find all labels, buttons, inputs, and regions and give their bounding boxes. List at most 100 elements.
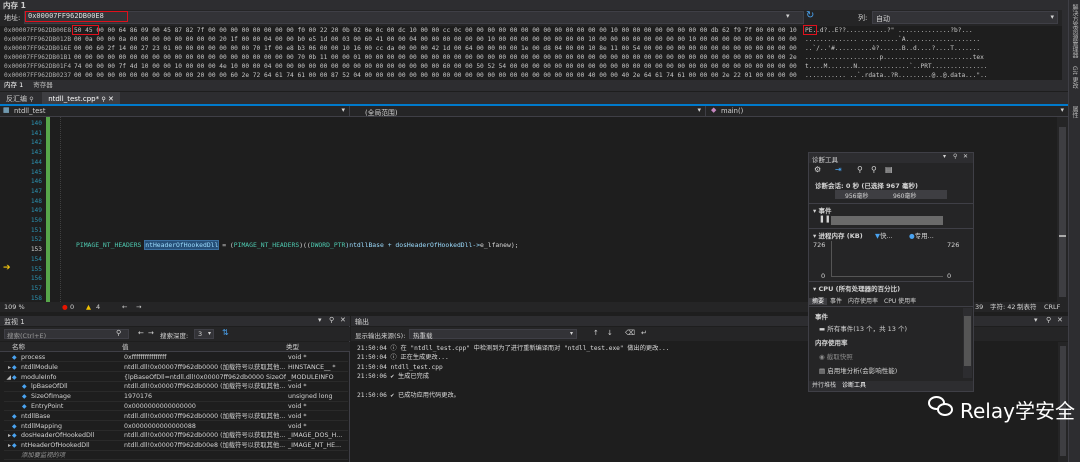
- watch-row[interactable]: ◆ SizeOfImage 1970176 unsigned long: [4, 392, 348, 402]
- pin-icon[interactable]: ⚲: [953, 153, 957, 160]
- window-menu-icon[interactable]: ▾: [1034, 316, 1038, 324]
- diag-timeline[interactable]: 956毫秒 960毫秒: [835, 190, 947, 200]
- source-select[interactable]: 热重载 ▾: [409, 329, 577, 340]
- watch-row[interactable]: ◆ EntryPoint 0x0000000000000000 void *: [4, 402, 348, 412]
- memory-row-ascii[interactable]: ........... ..`.rdata..?R.........@..@.d…: [805, 71, 1060, 80]
- heap-profiling-button[interactable]: ▤ 启用堆分析(会影响性能): [819, 365, 897, 375]
- close-icon[interactable]: ✕: [340, 316, 346, 324]
- all-events-link[interactable]: ▬ 所有事件(13 个，共 13 个): [819, 323, 907, 333]
- side-tab-properties[interactable]: 属性: [1070, 106, 1079, 118]
- memory-row-ascii[interactable]: .............. ..........`A.............…: [805, 35, 1060, 44]
- diag-vscrollbar[interactable]: [963, 308, 972, 378]
- tab-summary[interactable]: 摘要: [809, 298, 828, 305]
- col-value[interactable]: 值: [122, 342, 129, 352]
- close-icon[interactable]: ✕: [963, 153, 968, 160]
- pin-icon[interactable]: ⚲: [329, 316, 334, 324]
- pin-icon[interactable]: ⚲: [101, 96, 105, 103]
- zoom-in-icon[interactable]: ⚲: [857, 165, 863, 174]
- watch-row[interactable]: ▸ ◆ ntdllModule ntdll.dll!0x00007ff962db000…: [4, 363, 348, 373]
- watch-row[interactable]: ◢ ◆ moduleInfo {lpBaseOfDll=ntdll.dll!0x000…: [4, 373, 348, 382]
- watch-row[interactable]: 添加要监视的项: [4, 451, 348, 461]
- watch-row[interactable]: ◆ ntdllMapping 0x0000000000000088 void *: [4, 422, 348, 431]
- tab-disassembly[interactable]: 反汇编 ⚲: [0, 92, 40, 104]
- pause-icon[interactable]: ❚❚: [819, 215, 831, 223]
- memory-row-ascii[interactable]: ..`/..'#..........è?......B..d....?....T…: [805, 44, 1060, 53]
- goto-prev-icon[interactable]: ↑: [593, 329, 599, 337]
- columns-select[interactable]: 自动 ▾: [872, 11, 1058, 24]
- window-menu-icon[interactable]: ▾: [318, 316, 322, 324]
- watch-row[interactable]: ▸ ◆ ntHeaderOfHookedDll ntdll.dll!0x00007ff…: [4, 441, 348, 451]
- tab-registers[interactable]: 寄存器: [29, 81, 57, 89]
- eol-status[interactable]: CRLF: [1044, 302, 1060, 312]
- nav-forward-icon[interactable]: →: [136, 302, 141, 312]
- scroll-thumb[interactable]: [1059, 127, 1066, 297]
- char-status[interactable]: 字符: 42: [990, 302, 1016, 312]
- memory-grid[interactable]: 0x00007FF962DB00E8 50 45 00 00 64 86 09 0…: [0, 25, 1062, 80]
- clear-all-icon[interactable]: ⌫: [625, 329, 635, 337]
- col-type[interactable]: 类型: [286, 342, 299, 352]
- zoom-out-icon[interactable]: ⚲: [871, 165, 877, 174]
- memory-row-ascii[interactable]: t....M.......N..............`..PRT......…: [805, 62, 1060, 71]
- memory-graph[interactable]: [831, 241, 943, 277]
- scroll-thumb[interactable]: [964, 316, 971, 366]
- code-selected-var[interactable]: ntHeaderOfHookedDll: [144, 240, 220, 250]
- tab-cpu-usage[interactable]: CPU 使用率: [881, 298, 919, 305]
- memory-row-hex[interactable]: 00 00 60 2f 14 00 27 23 01 00 00 00 00 0…: [74, 44, 800, 53]
- nav-up-icon[interactable]: ←: [138, 329, 144, 337]
- tab-memory-usage[interactable]: 内存使用率: [845, 298, 881, 305]
- cpu-section-label[interactable]: ▾ CPU (所有处理器的百分比): [813, 283, 900, 293]
- dropdown-chevron-icon[interactable]: ▾: [786, 12, 790, 20]
- line-number-status[interactable]: 39: [975, 302, 983, 312]
- chart-icon[interactable]: ▤: [885, 165, 893, 174]
- watch-search-input[interactable]: 搜索(Ctrl+E): [4, 329, 129, 340]
- col-name[interactable]: 名称: [12, 342, 25, 352]
- error-count[interactable]: 0: [70, 302, 74, 312]
- watch-row[interactable]: ▸ ◆ dosHeaderOfHookedDll ntdll.dll!0x00007f…: [4, 431, 348, 441]
- memory-row-ascii[interactable]: PE..d?..E??...........?" ..............?…: [805, 26, 1060, 35]
- memory-row-hex[interactable]: 00 00 00 00 00 00 00 00 00 00 00 00 00 0…: [74, 53, 800, 62]
- tab-ntdll-test-cpp[interactable]: ntdll_test.cpp* ⚲ ✕: [42, 92, 120, 104]
- expand-arrow-icon[interactable]: ▸: [4, 441, 12, 449]
- function-select[interactable]: ◆ main() ▾: [707, 106, 1068, 117]
- output-text[interactable]: 21:50:04 ⓘ 在 "ntdll_test.cpp" 中检测到为了进行重新…: [357, 344, 807, 454]
- watch-row[interactable]: ◆ ntdllBase ntdll.dll!0x00007ff962db0000 (…: [4, 412, 348, 422]
- expand-arrow-icon[interactable]: ◢: [4, 373, 12, 381]
- nav-down-icon[interactable]: →: [148, 329, 154, 337]
- memory-row-hex[interactable]: 50 45 00 00 64 86 09 00 45 87 82 7f 00 0…: [74, 26, 800, 35]
- events-section-label[interactable]: ▾ 事件: [813, 205, 832, 215]
- memory-row-hex[interactable]: 00 0a 00 00 0a 00 00 00 00 00 00 00 00 2…: [74, 35, 800, 44]
- scope-select[interactable]: (全局范围) ▾: [351, 106, 706, 117]
- pin-icon[interactable]: ⚲: [29, 96, 33, 103]
- address-input[interactable]: 0x00007FF962DB00E8: [24, 11, 804, 24]
- word-wrap-icon[interactable]: ↵: [641, 329, 647, 337]
- project-select[interactable]: ▦ ntdll_test ▾: [0, 106, 350, 117]
- settings-icon[interactable]: ⚙: [814, 165, 821, 174]
- expand-arrow-icon[interactable]: ▸: [4, 363, 12, 371]
- take-snapshot-button[interactable]: ◉ 截取快照: [819, 351, 853, 361]
- editor-vscrollbar[interactable]: [1057, 117, 1068, 302]
- window-menu-icon[interactable]: ▾: [943, 153, 946, 160]
- close-icon[interactable]: ✕: [108, 95, 114, 103]
- goto-next-icon[interactable]: ↓: [607, 329, 613, 337]
- watch-row[interactable]: ◆ lpBaseOfDll ntdll.dll!0x00007ff962db0000…: [4, 382, 348, 392]
- add-watch-item[interactable]: 添加要监视的项: [21, 451, 122, 459]
- tab-diagnostic-tools[interactable]: 诊断工具: [839, 382, 869, 389]
- tab-memory[interactable]: 内存 1: [0, 81, 27, 89]
- zoom-level[interactable]: 109 %: [4, 302, 25, 312]
- side-tab-solution-explorer[interactable]: 解决方案资源管理器: [1070, 4, 1079, 64]
- memory-row-ascii[interactable]: ....................p...................…: [805, 53, 1060, 62]
- memory-row-hex[interactable]: 74 00 00 00 7f 4d 10 00 00 10 00 00 00 4…: [74, 62, 800, 71]
- watch-row[interactable]: ◆ process 0xffffffffffffffff void *: [4, 353, 348, 363]
- tab-events[interactable]: 事件: [827, 298, 845, 305]
- pin-icon[interactable]: ⚲: [1046, 316, 1051, 324]
- close-icon[interactable]: ✕: [1057, 316, 1063, 324]
- side-tab-git-changes[interactable]: Git 更改: [1070, 66, 1079, 89]
- memory-section-label[interactable]: ▾ 进程内存 (KB): [813, 230, 863, 240]
- search-icon[interactable]: ⚲: [116, 329, 121, 337]
- nav-back-icon[interactable]: ←: [122, 302, 127, 312]
- memory-row-hex[interactable]: 00 00 00 00 00 00 00 00 00 00 00 20 00 0…: [74, 71, 800, 80]
- tab-parallel-stacks[interactable]: 并行堆栈: [809, 382, 839, 389]
- refresh-icon[interactable]: ↻: [806, 10, 814, 21]
- expand-arrow-icon[interactable]: ▸: [4, 431, 12, 439]
- depth-select[interactable]: 3 ▾: [194, 329, 214, 339]
